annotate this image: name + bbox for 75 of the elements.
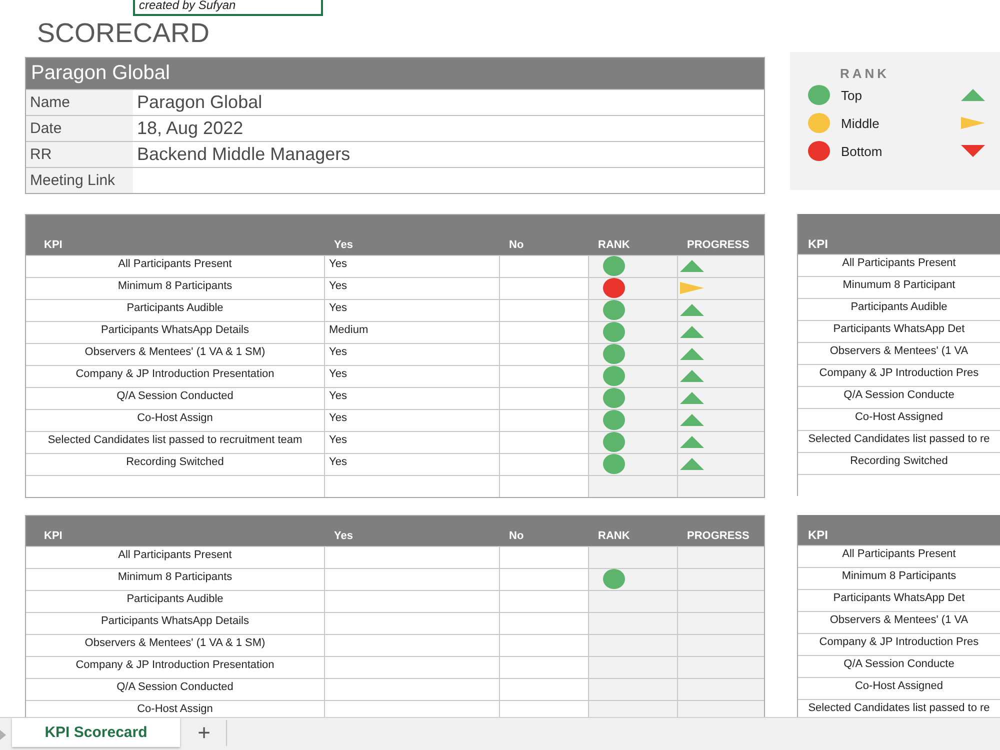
table-cell-text: Selected Candidates list passed to re (808, 432, 990, 447)
table-cell-text: Q/A Session Conducted (116, 389, 234, 404)
table-cell-text: Minimum 8 Participants (116, 570, 234, 585)
table-cell-text: Participants Audible (126, 301, 224, 316)
legend-label: Top (841, 88, 863, 102)
table-cell-text: Q/A Session Conducte (844, 657, 954, 672)
table-cell-text: All Participants Present (117, 257, 233, 272)
table-cell-text: Company & JP Introduction Presentation (74, 658, 276, 673)
column-header: PROGRESS (686, 529, 750, 544)
info-value: 18, Aug 2022 (136, 117, 244, 140)
info-value: Paragon Global (136, 91, 264, 114)
table-cell-text: Participants WhatsApp Det (833, 591, 965, 606)
table-cell-text: Participants WhatsApp Det (833, 322, 965, 337)
table-cell-text: Recording Switched (125, 455, 225, 470)
info-label: RR (26, 142, 133, 167)
table-cell-text: Selected Candidates list passed to re (808, 701, 990, 716)
info-label: Name (26, 90, 133, 115)
table-cell: Yes (324, 278, 499, 299)
table-cell: Yes (324, 256, 499, 277)
table-cell-text: All Participants Present (842, 256, 956, 271)
table-cell-text: Selected Candidates list passed to recruitment team (46, 433, 304, 448)
table-cell-text: Recording Switched (850, 454, 948, 469)
table-cell-text: Observers & Mentees' (1 VA (830, 613, 968, 628)
column-header: RANK (597, 238, 631, 253)
table-cell-text: Minimum 8 Participants (842, 569, 956, 584)
column-header: KPI (43, 238, 64, 253)
table-cell-text: Participants WhatsApp Details (100, 323, 250, 338)
table-cell-text: Co-Host Assigned (854, 410, 944, 425)
add-sheet-button[interactable]: + (190, 718, 218, 747)
table-cell-text: All Participants Present (117, 548, 233, 563)
table-cell: Yes (324, 366, 499, 387)
info-header: Paragon Global (26, 58, 764, 89)
table-cell: Yes (324, 344, 499, 365)
table-cell: Medium (324, 322, 499, 343)
column-header: KPI (807, 237, 828, 253)
table-cell-text: Q/A Session Conducted (116, 680, 234, 695)
table-cell: Yes (324, 410, 499, 431)
legend-label: Middle (841, 116, 880, 130)
text-box: created by Sufyan (133, 0, 323, 16)
table-cell-text: Company & JP Introduction Pres (819, 635, 979, 650)
table-cell-text: Participants Audible (850, 300, 948, 315)
table-cell-text: Co-Host Assign (136, 411, 214, 426)
sheet-tab[interactable]: KPI Scorecard (12, 718, 180, 747)
table-cell-text: Observers & Mentees' (1 VA & 1 SM) (84, 636, 266, 651)
column-header: Yes (333, 238, 354, 253)
column-header: No (508, 529, 525, 544)
table-cell-text: Co-Host Assign (136, 702, 214, 717)
scorecard-title: SCORECARD (36, 19, 210, 47)
column-header: RANK (597, 529, 631, 544)
table-cell: Yes (324, 300, 499, 321)
table-cell-text: All Participants Present (842, 547, 956, 562)
table-cell: Yes (324, 454, 499, 475)
table-cell-text: Company & JP Introduction Pres (819, 366, 979, 381)
legend-label: Bottom (841, 144, 884, 158)
column-header: No (508, 238, 525, 253)
table-cell-text: Participants WhatsApp Details (100, 614, 250, 629)
column-header: PROGRESS (686, 238, 750, 253)
table-cell-text: Observers & Mentees' (1 VA & 1 SM) (84, 345, 266, 360)
table-cell-text: Company & JP Introduction Presentation (74, 367, 276, 382)
table-cell: Yes (324, 388, 499, 409)
legend-title: RANK (840, 66, 890, 81)
table-cell-text: Co-Host Assigned (854, 679, 944, 694)
table-cell: Yes (324, 432, 499, 453)
table-cell-text: Observers & Mentees' (1 VA (830, 344, 968, 359)
column-header: KPI (807, 528, 828, 544)
left-scroll-icon[interactable] (0, 730, 6, 740)
info-label: Meeting Link (26, 168, 133, 193)
info-value: Backend Middle Managers (136, 143, 352, 166)
table-cell-text: Participants Audible (126, 592, 224, 607)
table-cell-text: Q/A Session Conducte (844, 388, 954, 403)
table-cell-text: Minimum 8 Participants (116, 279, 234, 294)
info-label: Date (26, 116, 133, 141)
table-cell-text: Minumum 8 Participant (842, 278, 956, 293)
column-header: KPI (43, 529, 64, 544)
column-header: Yes (333, 529, 354, 544)
